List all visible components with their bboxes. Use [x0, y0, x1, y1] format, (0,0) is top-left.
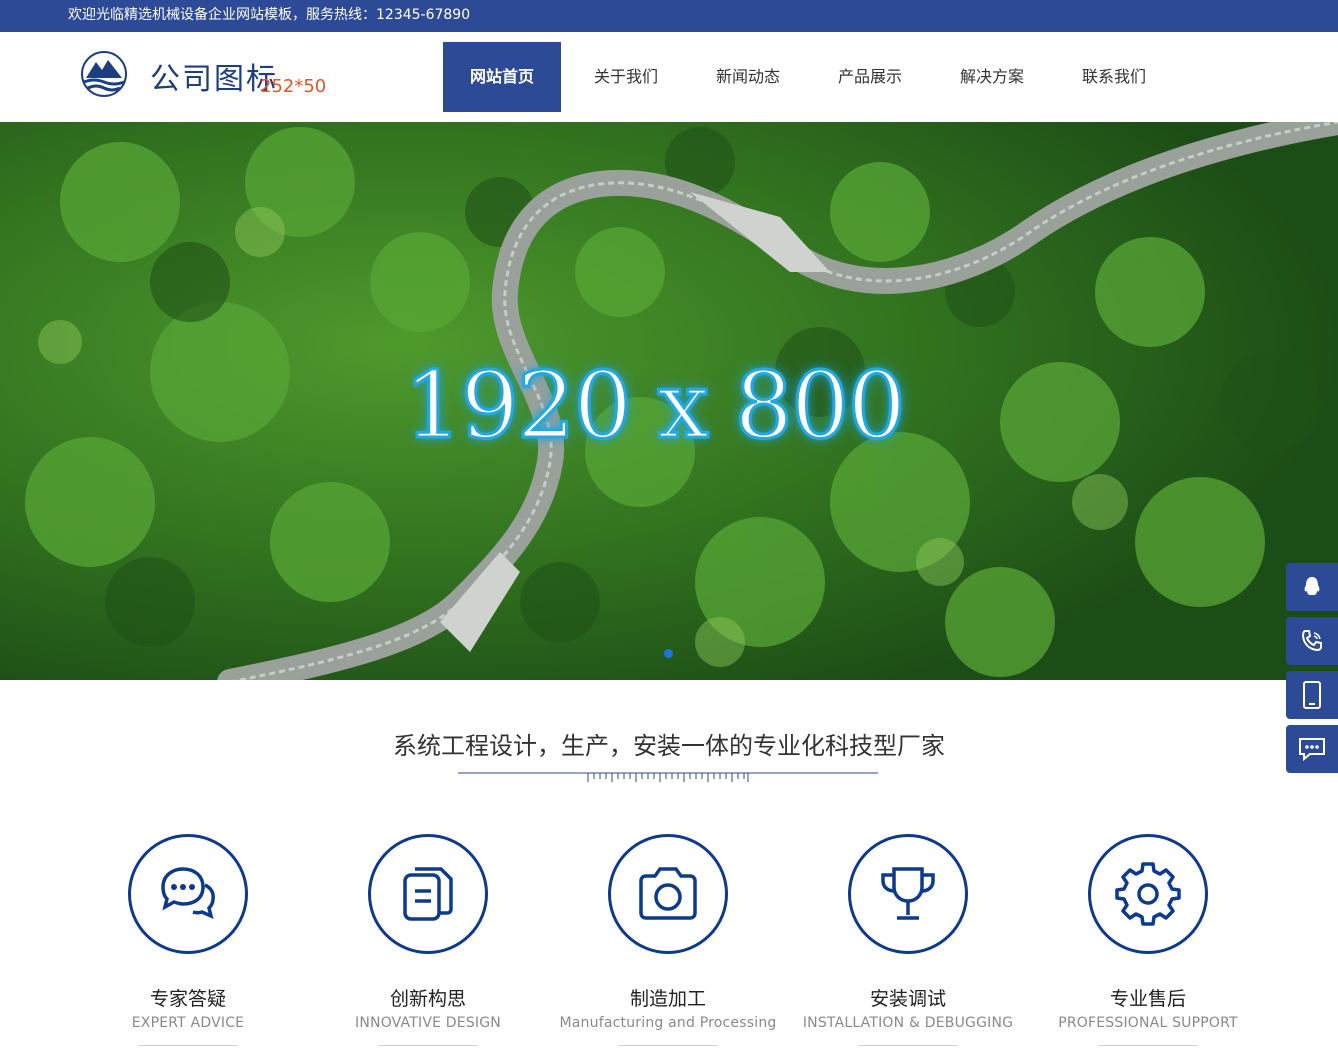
feature-title: 专家答疑 [149, 988, 226, 1010]
feature-title: 安装调试 [869, 988, 946, 1010]
feature-title: 创新构思 [389, 988, 466, 1010]
feature-icon-circle[interactable] [1088, 834, 1208, 954]
feature-divider [1098, 1045, 1198, 1046]
feature-expert-advice[interactable]: 专家答疑 EXPERT ADVICE [68, 834, 308, 1046]
phone-button[interactable] [1286, 617, 1338, 665]
nav-item-contact[interactable]: 联系我们 [1053, 42, 1175, 112]
feature-subtitle: PROFESSIONAL SUPPORT [1058, 1015, 1238, 1031]
carousel-dot[interactable] [664, 649, 673, 658]
phone-icon [1301, 630, 1322, 652]
feature-subtitle: INNOVATIVE DESIGN [355, 1015, 501, 1031]
feature-manufacturing[interactable]: 制造加工 Manufacturing and Processing [548, 834, 788, 1046]
mobile-button[interactable] [1286, 671, 1338, 719]
ruler-divider [458, 772, 878, 782]
camera-icon [639, 867, 697, 920]
feature-divider [138, 1045, 238, 1046]
feature-innovative-design[interactable]: 创新构思 INNOVATIVE DESIGN [308, 834, 548, 1046]
top-bar: 欢迎光临精选机械设备企业网站模板，服务热线：12345-67890 [0, 0, 1338, 32]
welcome-text: 欢迎光临精选机械设备企业网站模板，服务热线：12345-67890 [68, 7, 471, 23]
feature-subtitle: INSTALLATION & DEBUGGING [802, 1015, 1014, 1031]
header: 公司图标 252*50 网站首页 关于我们 新闻动态 产品展示 解决方案 联系我… [0, 32, 1338, 122]
feature-icon-circle[interactable] [608, 834, 728, 954]
nav-item-news[interactable]: 新闻动态 [687, 42, 809, 112]
feature-title: 专业售后 [1109, 988, 1186, 1010]
qq-icon [1304, 577, 1320, 595]
document-icon [403, 867, 453, 921]
feature-icon-circle[interactable] [368, 834, 488, 954]
nav-item-home[interactable]: 网站首页 [443, 42, 561, 112]
main-nav: 网站首页 关于我们 新闻动态 产品展示 解决方案 联系我们 [443, 42, 1175, 112]
nav-item-solutions[interactable]: 解决方案 [931, 42, 1053, 112]
logo-text[interactable]: 公司图标 [150, 54, 278, 98]
feature-icon-circle[interactable] [128, 834, 248, 954]
feature-icon-circle[interactable] [848, 834, 968, 954]
feature-divider [618, 1045, 718, 1046]
logo-size-label: 252*50 [260, 76, 327, 97]
feature-subtitle: EXPERT ADVICE [131, 1015, 245, 1031]
hero-banner[interactable]: 1920 x 800 [0, 122, 1338, 680]
qq-button[interactable] [1286, 563, 1338, 611]
nav-item-about[interactable]: 关于我们 [565, 42, 687, 112]
feature-subtitle: Manufacturing and Processing [559, 1015, 777, 1031]
nav-item-products[interactable]: 产品展示 [809, 42, 931, 112]
slogan-heading: 系统工程设计，生产，安装一体的专业化科技型厂家 [393, 732, 945, 760]
feature-divider [378, 1045, 478, 1046]
banner-caption: 1920 x 800 [402, 351, 907, 461]
logo-icon[interactable] [80, 50, 128, 98]
mobile-icon [1303, 681, 1321, 709]
gear-icon [1115, 862, 1181, 926]
chat-icon [161, 867, 215, 920]
feature-title: 制造加工 [629, 988, 706, 1010]
feature-professional-support[interactable]: 专业售后 PROFESSIONAL SUPPORT [1028, 834, 1268, 1046]
feature-installation[interactable]: 安装调试 INSTALLATION & DEBUGGING [788, 834, 1028, 1046]
feature-divider [858, 1045, 958, 1046]
trophy-icon [881, 867, 935, 920]
